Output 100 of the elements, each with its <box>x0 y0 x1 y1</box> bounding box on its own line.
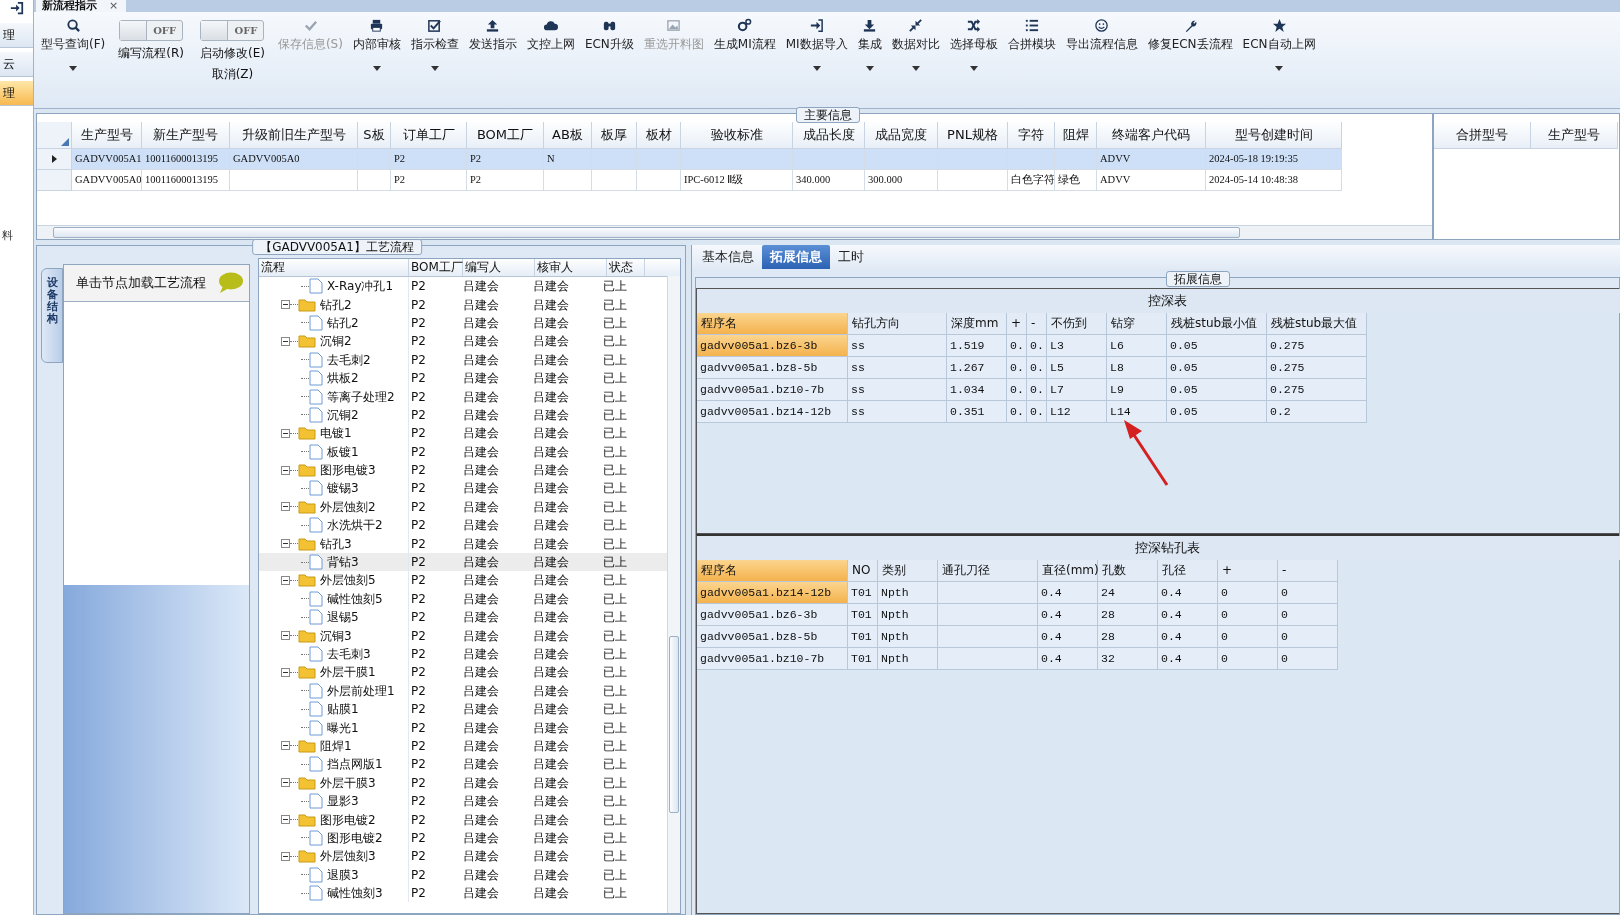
tree-row[interactable]: 去毛刺2 P2 吕建会 吕建会 已上 <box>259 350 667 369</box>
toolbar-button[interactable]: 修复ECN丢流程 <box>1142 16 1238 55</box>
collapse-icon[interactable] <box>281 815 290 824</box>
column-header[interactable]: AB板 <box>544 122 592 149</box>
tab[interactable]: 拓展信息 <box>762 245 830 269</box>
toolbar-button[interactable]: 发送指示 <box>463 16 522 55</box>
column-header[interactable]: 合拼型号 <box>1434 122 1531 149</box>
column-header[interactable]: PNL规格 <box>938 122 1008 149</box>
collapse-icon[interactable] <box>281 851 290 861</box>
tree-row[interactable]: 背钻3 P2 吕建会 吕建会 已上 <box>259 552 667 572</box>
column-header[interactable]: 字符 <box>1008 122 1055 149</box>
horizontal-scrollbar[interactable] <box>37 225 1432 239</box>
tab[interactable]: 工时 <box>830 245 872 269</box>
column-header[interactable]: 验收标准 <box>681 122 793 149</box>
tree-row[interactable]: 沉铜3 P2 吕建会 吕建会 已上 <box>259 626 667 645</box>
column-header[interactable]: + <box>1218 560 1278 582</box>
column-header[interactable]: 编写人 <box>463 259 535 276</box>
column-header[interactable]: S板 <box>358 122 391 149</box>
column-header[interactable]: 不伤到 <box>1047 313 1107 335</box>
tree-row[interactable]: 钻孔2 P2 吕建会 吕建会 已上 <box>259 295 667 314</box>
toolbar-button[interactable]: 指示检查 <box>405 16 464 73</box>
toolbar-button[interactable]: 合拼模块 <box>1002 16 1061 55</box>
collapse-icon[interactable] <box>281 300 290 310</box>
column-header[interactable]: 程序名 <box>697 560 848 582</box>
column-header[interactable]: 成品宽度 <box>865 122 938 149</box>
document-tab[interactable]: 新流程指示 × <box>36 0 127 12</box>
collapse-icon[interactable] <box>281 667 290 677</box>
column-header[interactable]: 成品长度 <box>793 122 865 149</box>
tree-row[interactable]: 贴膜1 P2 吕建会 吕建会 已上 <box>259 700 667 719</box>
tree-row[interactable]: 外层前处理1 P2 吕建会 吕建会 已上 <box>259 681 667 700</box>
tree-row[interactable]: 镀锡3 P2 吕建会 吕建会 已上 <box>259 479 667 498</box>
toolbar-button[interactable]: 集成 <box>852 16 887 73</box>
collapse-icon[interactable] <box>281 778 290 788</box>
tree-row[interactable]: 烘板2 P2 吕建会 吕建会 已上 <box>259 368 667 388</box>
column-header[interactable]: BOM工厂 <box>409 259 463 276</box>
sidebar-item[interactable]: 理 <box>0 23 33 48</box>
vertical-scrollbar[interactable] <box>667 276 680 913</box>
tree-row[interactable]: 图形电镀2 P2 吕建会 吕建会 已上 <box>259 810 667 829</box>
collapse-icon[interactable] <box>281 336 290 346</box>
tree-row[interactable]: 曝光1 P2 吕建会 吕建会 已上 <box>259 718 667 737</box>
tree-row[interactable]: 挡点网版1 P2 吕建会 吕建会 已上 <box>259 755 667 774</box>
column-header[interactable]: NO <box>848 560 878 582</box>
column-header[interactable]: 核审人 <box>535 259 607 276</box>
sidebar-item[interactable]: 云 <box>0 52 33 77</box>
column-header[interactable]: 残桩stub最大值 <box>1267 313 1367 335</box>
tree-row[interactable]: 阻焊1 P2 吕建会 吕建会 已上 <box>259 736 667 756</box>
column-header[interactable]: 通孔刀径 <box>938 560 1038 582</box>
toolbar-button[interactable]: 生成MI流程 <box>708 16 781 55</box>
tab[interactable]: 基本信息 <box>694 245 762 269</box>
column-header[interactable]: 阻焊 <box>1055 122 1097 149</box>
column-header[interactable]: 生产型号 <box>1531 122 1618 149</box>
column-header[interactable]: 钻孔方向 <box>848 313 947 335</box>
column-header[interactable]: BOM工厂 <box>467 122 544 149</box>
column-header[interactable]: 类别 <box>878 560 938 582</box>
toolbar-button[interactable]: 数据对比 <box>886 16 945 73</box>
tree-row[interactable]: 碱性蚀刻3 P2 吕建会 吕建会 已上 <box>259 883 667 903</box>
tree-row[interactable]: 外层蚀刻5 P2 吕建会 吕建会 已上 <box>259 571 667 590</box>
column-header[interactable]: 板材 <box>637 122 681 149</box>
sign-in-icon[interactable] <box>10 1 24 15</box>
column-header[interactable]: 直径(mm) <box>1038 560 1098 582</box>
tree-row[interactable]: 图形电镀3 P2 吕建会 吕建会 已上 <box>259 460 667 480</box>
side-tab[interactable]: 设备结构 <box>41 268 63 363</box>
column-header[interactable]: 残桩stub最小值 <box>1167 313 1267 335</box>
toolbar-button[interactable]: 内部审核 <box>347 16 406 73</box>
column-header[interactable]: 钻穿 <box>1107 313 1167 335</box>
toolbar-button[interactable]: MI数据导入 <box>780 16 853 73</box>
collapse-icon[interactable] <box>281 428 290 438</box>
column-header[interactable]: + <box>1007 313 1027 335</box>
column-header[interactable]: 深度mm <box>947 313 1007 335</box>
collapse-icon[interactable] <box>281 465 290 475</box>
tree-row[interactable]: 外层干膜3 P2 吕建会 吕建会 已上 <box>259 773 667 792</box>
column-header[interactable]: - <box>1027 313 1047 335</box>
sidebar-item[interactable]: 理 <box>0 81 33 106</box>
collapse-icon[interactable] <box>281 741 290 751</box>
tree-row[interactable]: 外层干膜1 P2 吕建会 吕建会 已上 <box>259 663 667 682</box>
toolbar-button[interactable]: 选择母板 <box>944 16 1003 73</box>
column-header[interactable]: 孔径 <box>1158 560 1218 582</box>
tree-row[interactable]: 外层蚀刻3 P2 吕建会 吕建会 已上 <box>259 847 667 866</box>
tree-row[interactable]: 外层蚀刻2 P2 吕建会 吕建会 已上 <box>259 497 667 517</box>
tree-row[interactable]: 退膜3 P2 吕建会 吕建会 已上 <box>259 865 667 884</box>
tree-row[interactable]: 碱性蚀刻5 P2 吕建会 吕建会 已上 <box>259 589 667 609</box>
tree-row[interactable]: 去毛刺3 P2 吕建会 吕建会 已上 <box>259 644 667 664</box>
column-header[interactable]: 孔数 <box>1098 560 1158 582</box>
column-header[interactable]: 状态 <box>607 259 645 276</box>
column-header[interactable]: 型号创建时间 <box>1206 122 1342 149</box>
tree-row[interactable]: 显影3 P2 吕建会 吕建会 已上 <box>259 791 667 811</box>
tree-row[interactable]: 图形电镀2 P2 吕建会 吕建会 已上 <box>259 828 667 848</box>
tree-row[interactable]: X-Ray冲孔1 P2 吕建会 吕建会 已上 <box>259 277 667 296</box>
collapse-icon[interactable] <box>281 502 290 512</box>
tree-row[interactable]: 沉铜2 P2 吕建会 吕建会 已上 <box>259 332 667 351</box>
column-header[interactable]: 程序名 <box>697 313 848 335</box>
column-header[interactable]: 生产型号 <box>72 122 142 149</box>
tree-row[interactable]: 水洗烘干2 P2 吕建会 吕建会 已上 <box>259 516 667 535</box>
toolbar-button[interactable]: 型号查询(F) <box>36 16 111 73</box>
column-header[interactable]: 板厚 <box>592 122 637 149</box>
column-header[interactable]: - <box>1278 560 1338 582</box>
tree-row[interactable]: 等离子处理2 P2 吕建会 吕建会 已上 <box>259 387 667 406</box>
column-header[interactable]: 订单工厂 <box>391 122 467 149</box>
toggle-switch[interactable]: OFF <box>119 20 184 41</box>
tree-row[interactable]: 电镀1 P2 吕建会 吕建会 已上 <box>259 424 667 443</box>
